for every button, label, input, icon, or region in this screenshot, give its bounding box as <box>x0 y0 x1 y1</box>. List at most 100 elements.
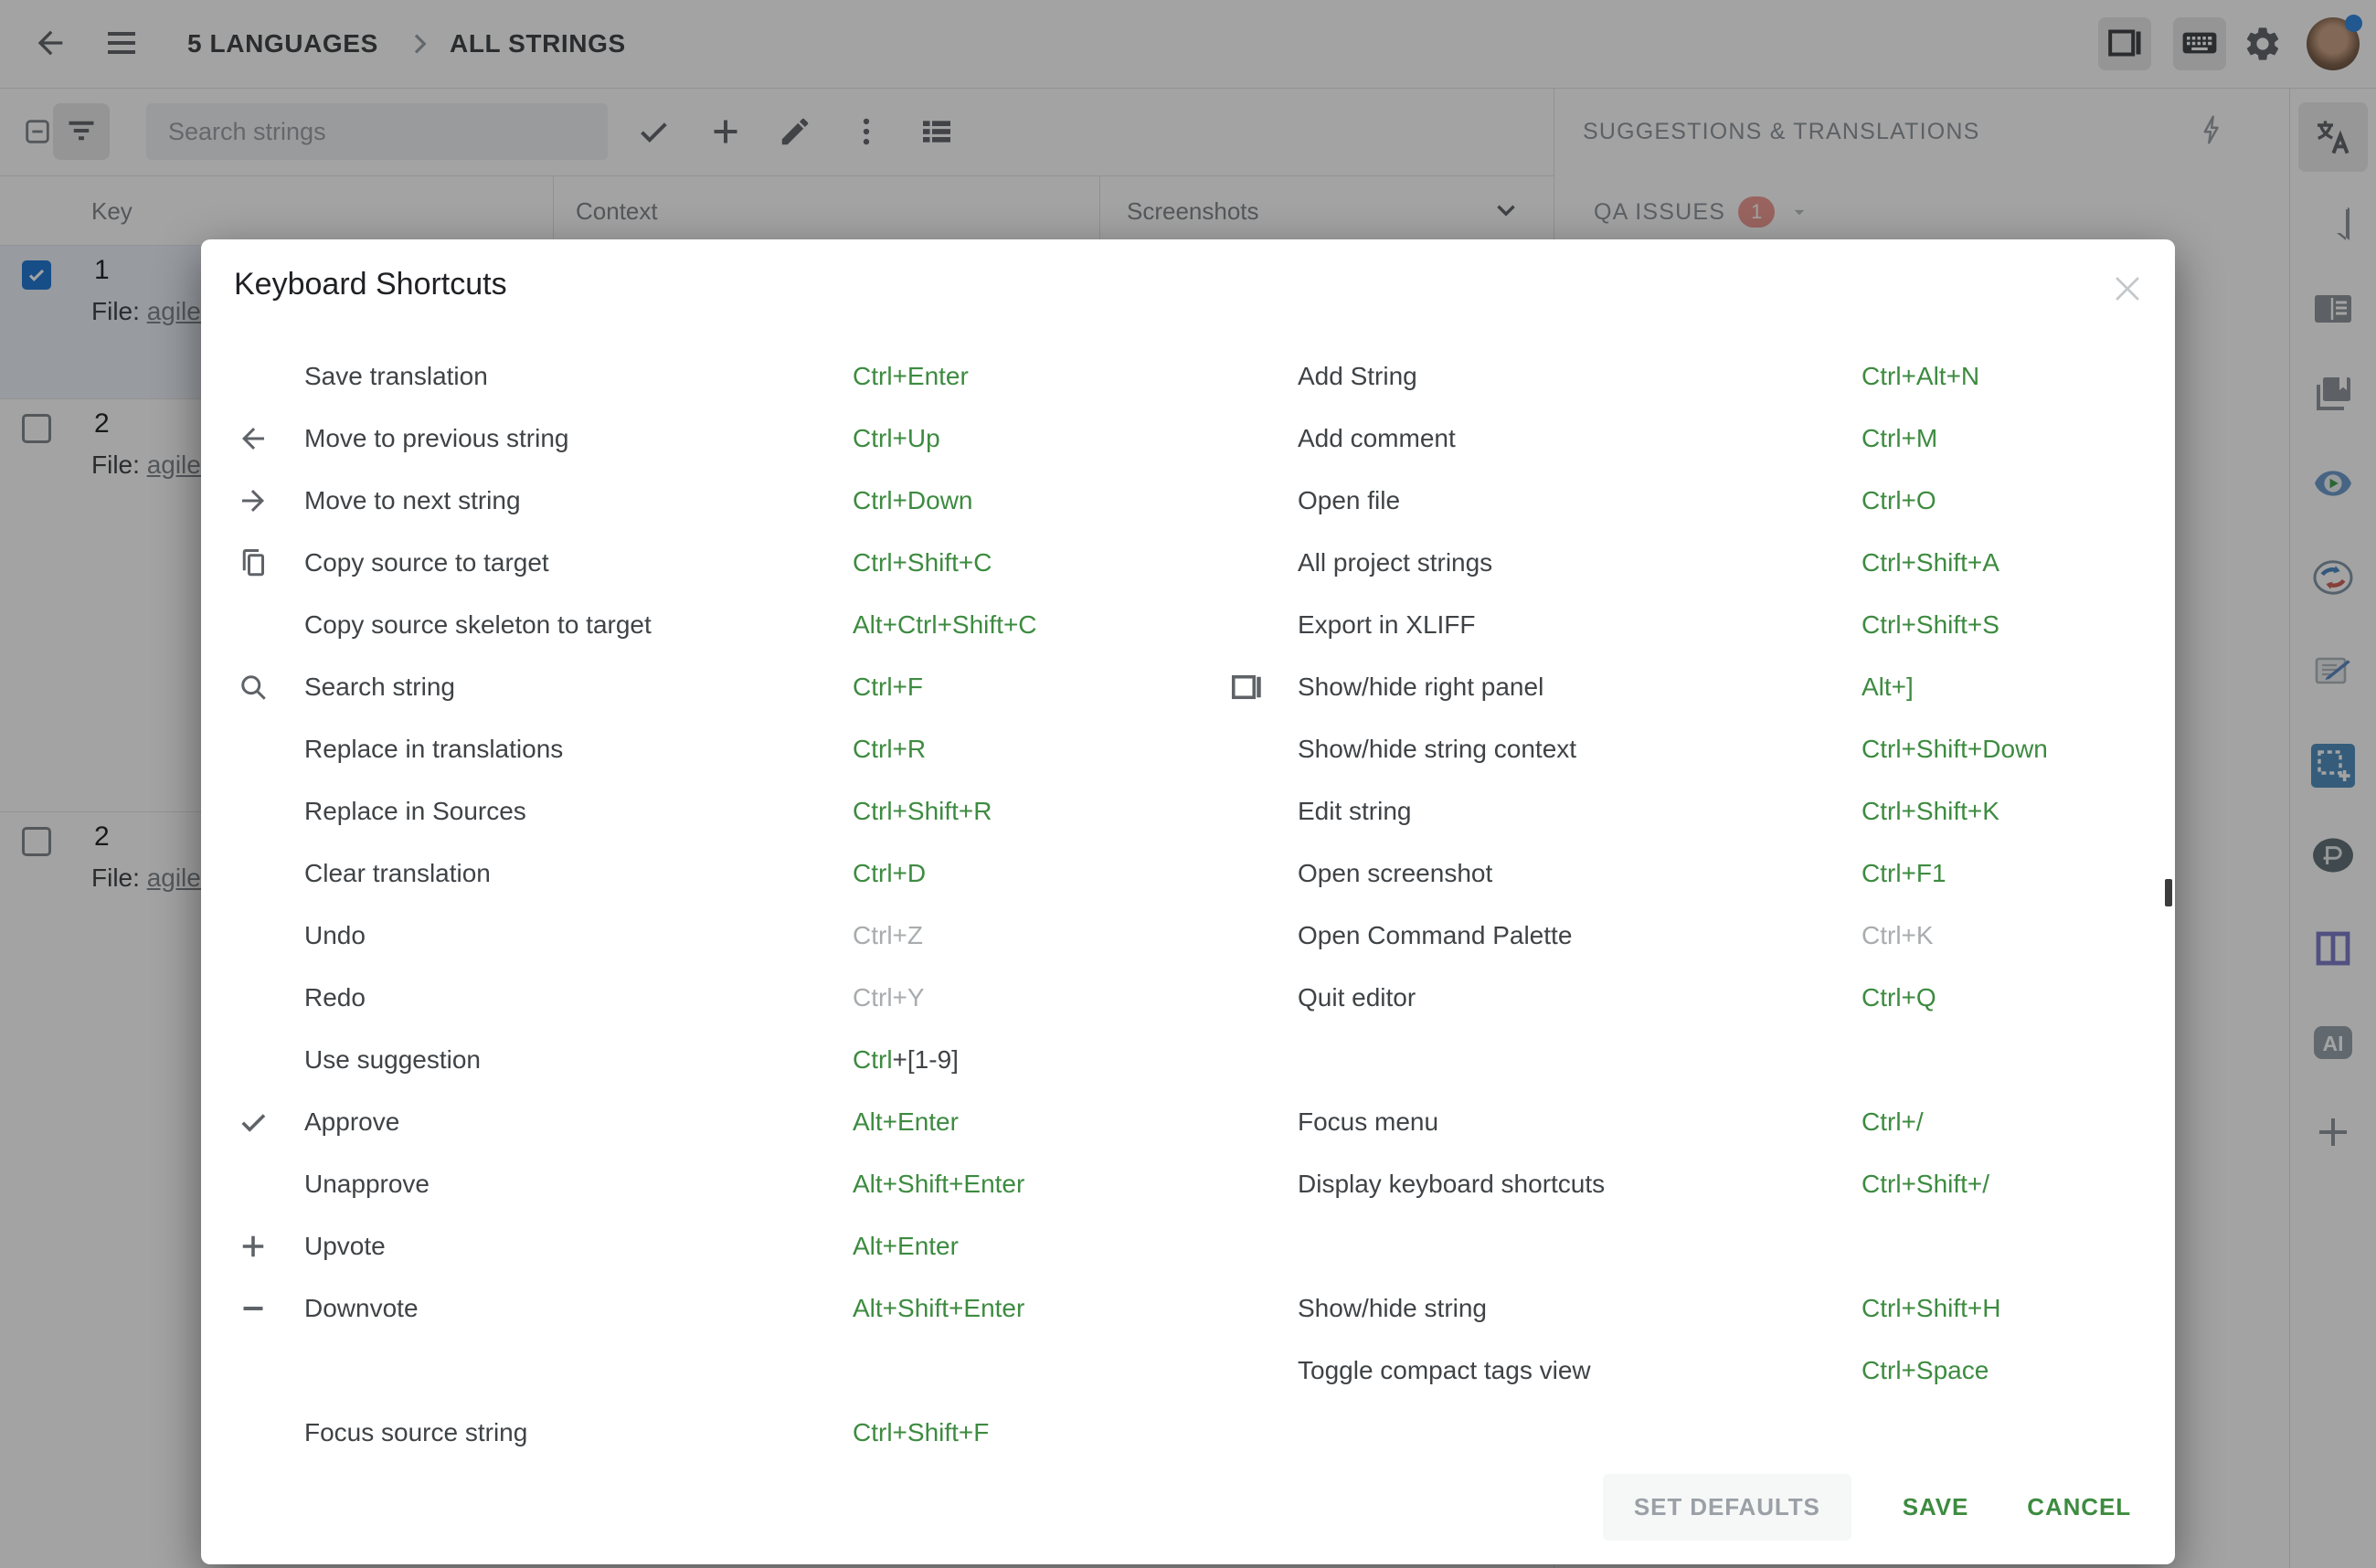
shortcut-row: Copy source to target Ctrl+Shift+C <box>231 532 1200 594</box>
shortcut-row: Move to next string Ctrl+Down <box>231 470 1200 532</box>
shortcut-label: Upvote <box>304 1232 386 1260</box>
shortcut-keys[interactable]: Alt+Ctrl+Shift+C <box>853 610 1037 640</box>
shortcut-keys[interactable]: Ctrl+Shift+K <box>1862 797 1999 826</box>
shortcut-keys[interactable]: Ctrl+Shift+Down <box>1862 735 2048 764</box>
shortcut-label: Copy source to target <box>304 548 549 577</box>
shortcut-row: Add String Ctrl+Alt+N <box>1225 345 2157 408</box>
shortcut-keys[interactable]: Ctrl+Shift+/ <box>1862 1170 1989 1199</box>
shortcut-label: Show/hide string context <box>1298 735 1577 763</box>
shortcut-label: Export in XLIFF <box>1298 610 1476 639</box>
search-icon <box>231 671 275 704</box>
save-button[interactable]: SAVE <box>1895 1474 1976 1541</box>
shortcut-row: Edit string Ctrl+Shift+K <box>1225 780 2157 842</box>
shortcut-keys[interactable]: Ctrl+M <box>1862 424 1937 453</box>
shortcut-label: Open screenshot <box>1298 859 1493 887</box>
shortcut-label: Toggle compact tags view <box>1298 1356 1591 1384</box>
shortcut-label: Search string <box>304 673 455 701</box>
arrow-right-icon <box>231 484 275 517</box>
shortcut-keys[interactable]: Ctrl+F1 <box>1862 859 1946 888</box>
shortcut-keys[interactable]: Ctrl+Q <box>1862 983 1936 1012</box>
shortcut-row: Move to previous string Ctrl+Up <box>231 408 1200 470</box>
arrow-left-icon <box>231 422 275 455</box>
shortcut-row: Search string Ctrl+F <box>231 656 1200 718</box>
shortcut-label: Redo <box>304 983 366 1012</box>
set-defaults-button[interactable]: SET DEFAULTS <box>1602 1474 1851 1541</box>
shortcut-label: Move to previous string <box>304 424 569 452</box>
copy-icon <box>231 546 275 579</box>
shortcut-keys[interactable]: Alt+Enter <box>853 1232 959 1261</box>
shortcut-spacer <box>1225 1029 2157 1091</box>
shortcut-spacer <box>231 1340 1200 1402</box>
shortcut-keys[interactable]: Ctrl+Shift+R <box>853 797 992 826</box>
close-button[interactable] <box>2106 269 2148 311</box>
shortcut-label: Add comment <box>1298 424 1456 452</box>
minus-icon <box>231 1292 275 1325</box>
shortcut-label: Focus source string <box>304 1418 528 1446</box>
shortcut-keys[interactable]: Ctrl+D <box>853 859 926 888</box>
shortcut-row: Replace in translations Ctrl+R <box>231 718 1200 780</box>
shortcut-label: Open file <box>1298 486 1401 514</box>
shortcut-label: Clear translation <box>304 859 491 887</box>
shortcut-keys-suffix: +[1-9] <box>892 1045 959 1074</box>
shortcut-label: Add String <box>1298 362 1417 390</box>
shortcut-keys[interactable]: Ctrl+[1-9] <box>853 1045 959 1075</box>
shortcuts-column-left: Save translation Ctrl+Enter Move to previo… <box>231 345 1200 1464</box>
shortcut-keys[interactable]: Alt+Shift+Enter <box>853 1294 1024 1323</box>
shortcut-keys[interactable]: Ctrl+Alt+N <box>1862 362 1979 391</box>
shortcut-keys[interactable]: Ctrl+Shift+A <box>1862 548 1999 577</box>
shortcut-keys[interactable]: Ctrl+Down <box>853 486 972 515</box>
cancel-button[interactable]: CANCEL <box>2020 1474 2138 1541</box>
shortcut-keys[interactable]: Ctrl+Shift+F <box>853 1418 989 1447</box>
shortcut-label: Show/hide string <box>1298 1294 1488 1322</box>
shortcut-row: Undo Ctrl+Z <box>231 905 1200 967</box>
plus-icon <box>231 1230 275 1263</box>
shortcut-label: Edit string <box>1298 797 1412 825</box>
shortcut-row: Use suggestion Ctrl+[1-9] <box>231 1029 1200 1091</box>
shortcut-label: Show/hide right panel <box>1298 673 1544 701</box>
shortcut-row: Open screenshot Ctrl+F1 <box>1225 842 2157 905</box>
shortcut-row: Replace in Sources Ctrl+Shift+R <box>231 780 1200 842</box>
editor-screen: 5 LANGUAGES ALL STRINGS Search strings K… <box>0 0 2376 1568</box>
shortcut-row: Unapprove Alt+Shift+Enter <box>231 1153 1200 1215</box>
shortcut-label: Copy source skeleton to target <box>304 610 652 639</box>
shortcut-row: Clear translation Ctrl+D <box>231 842 1200 905</box>
panel-right-icon <box>1225 671 1268 704</box>
shortcuts-column-right: Add String Ctrl+Alt+N Add comment Ctrl+M Ope… <box>1225 345 2157 1402</box>
shortcut-keys[interactable]: Ctrl+O <box>1862 486 1936 515</box>
shortcut-keys[interactable]: Ctrl+Y <box>853 983 925 1012</box>
shortcut-keys[interactable]: Ctrl+F <box>853 673 923 702</box>
shortcut-row: Show/hide right panel Alt+] <box>1225 656 2157 718</box>
shortcut-label: Approve <box>304 1107 400 1136</box>
shortcut-label: Undo <box>304 921 366 949</box>
shortcut-label: Focus menu <box>1298 1107 1439 1136</box>
shortcut-spacer <box>1225 1215 2157 1277</box>
shortcut-keys[interactable]: Ctrl+R <box>853 735 926 764</box>
shortcut-row: Show/hide string Ctrl+Shift+H <box>1225 1277 2157 1340</box>
close-icon <box>2107 277 2148 312</box>
shortcut-keys[interactable]: Ctrl+Shift+C <box>853 548 992 577</box>
shortcut-keys[interactable]: Ctrl+Shift+H <box>1862 1294 2001 1323</box>
shortcut-row: Export in XLIFF Ctrl+Shift+S <box>1225 594 2157 656</box>
modal-scrollbar[interactable] <box>2165 879 2172 906</box>
shortcut-label: Replace in Sources <box>304 797 526 825</box>
shortcut-keys[interactable]: Alt+Shift+Enter <box>853 1170 1024 1199</box>
shortcut-keys[interactable]: Ctrl+Up <box>853 424 940 453</box>
shortcut-keys[interactable]: Alt+] <box>1862 673 1914 702</box>
shortcut-label: Use suggestion <box>304 1045 482 1074</box>
shortcut-keys[interactable]: Ctrl+K <box>1862 921 1934 950</box>
shortcut-label: Open Command Palette <box>1298 921 1573 949</box>
shortcut-label: All project strings <box>1298 548 1493 577</box>
shortcut-row: Quit editor Ctrl+Q <box>1225 967 2157 1029</box>
shortcut-row: Downvote Alt+Shift+Enter <box>231 1277 1200 1340</box>
shortcut-row: Open file Ctrl+O <box>1225 470 2157 532</box>
shortcut-row: Open Command Palette Ctrl+K <box>1225 905 2157 967</box>
shortcut-keys[interactable]: Ctrl+Space <box>1862 1356 1989 1385</box>
shortcut-keys[interactable]: Ctrl+/ <box>1862 1107 1924 1137</box>
shortcut-keys[interactable]: Alt+Enter <box>853 1107 959 1137</box>
shortcut-label: Replace in translations <box>304 735 564 763</box>
shortcut-label: Move to next string <box>304 486 521 514</box>
shortcut-keys[interactable]: Ctrl+Z <box>853 921 923 950</box>
shortcut-keys[interactable]: Ctrl+Enter <box>853 362 969 391</box>
shortcut-row: All project strings Ctrl+Shift+A <box>1225 532 2157 594</box>
shortcut-keys[interactable]: Ctrl+Shift+S <box>1862 610 1999 640</box>
